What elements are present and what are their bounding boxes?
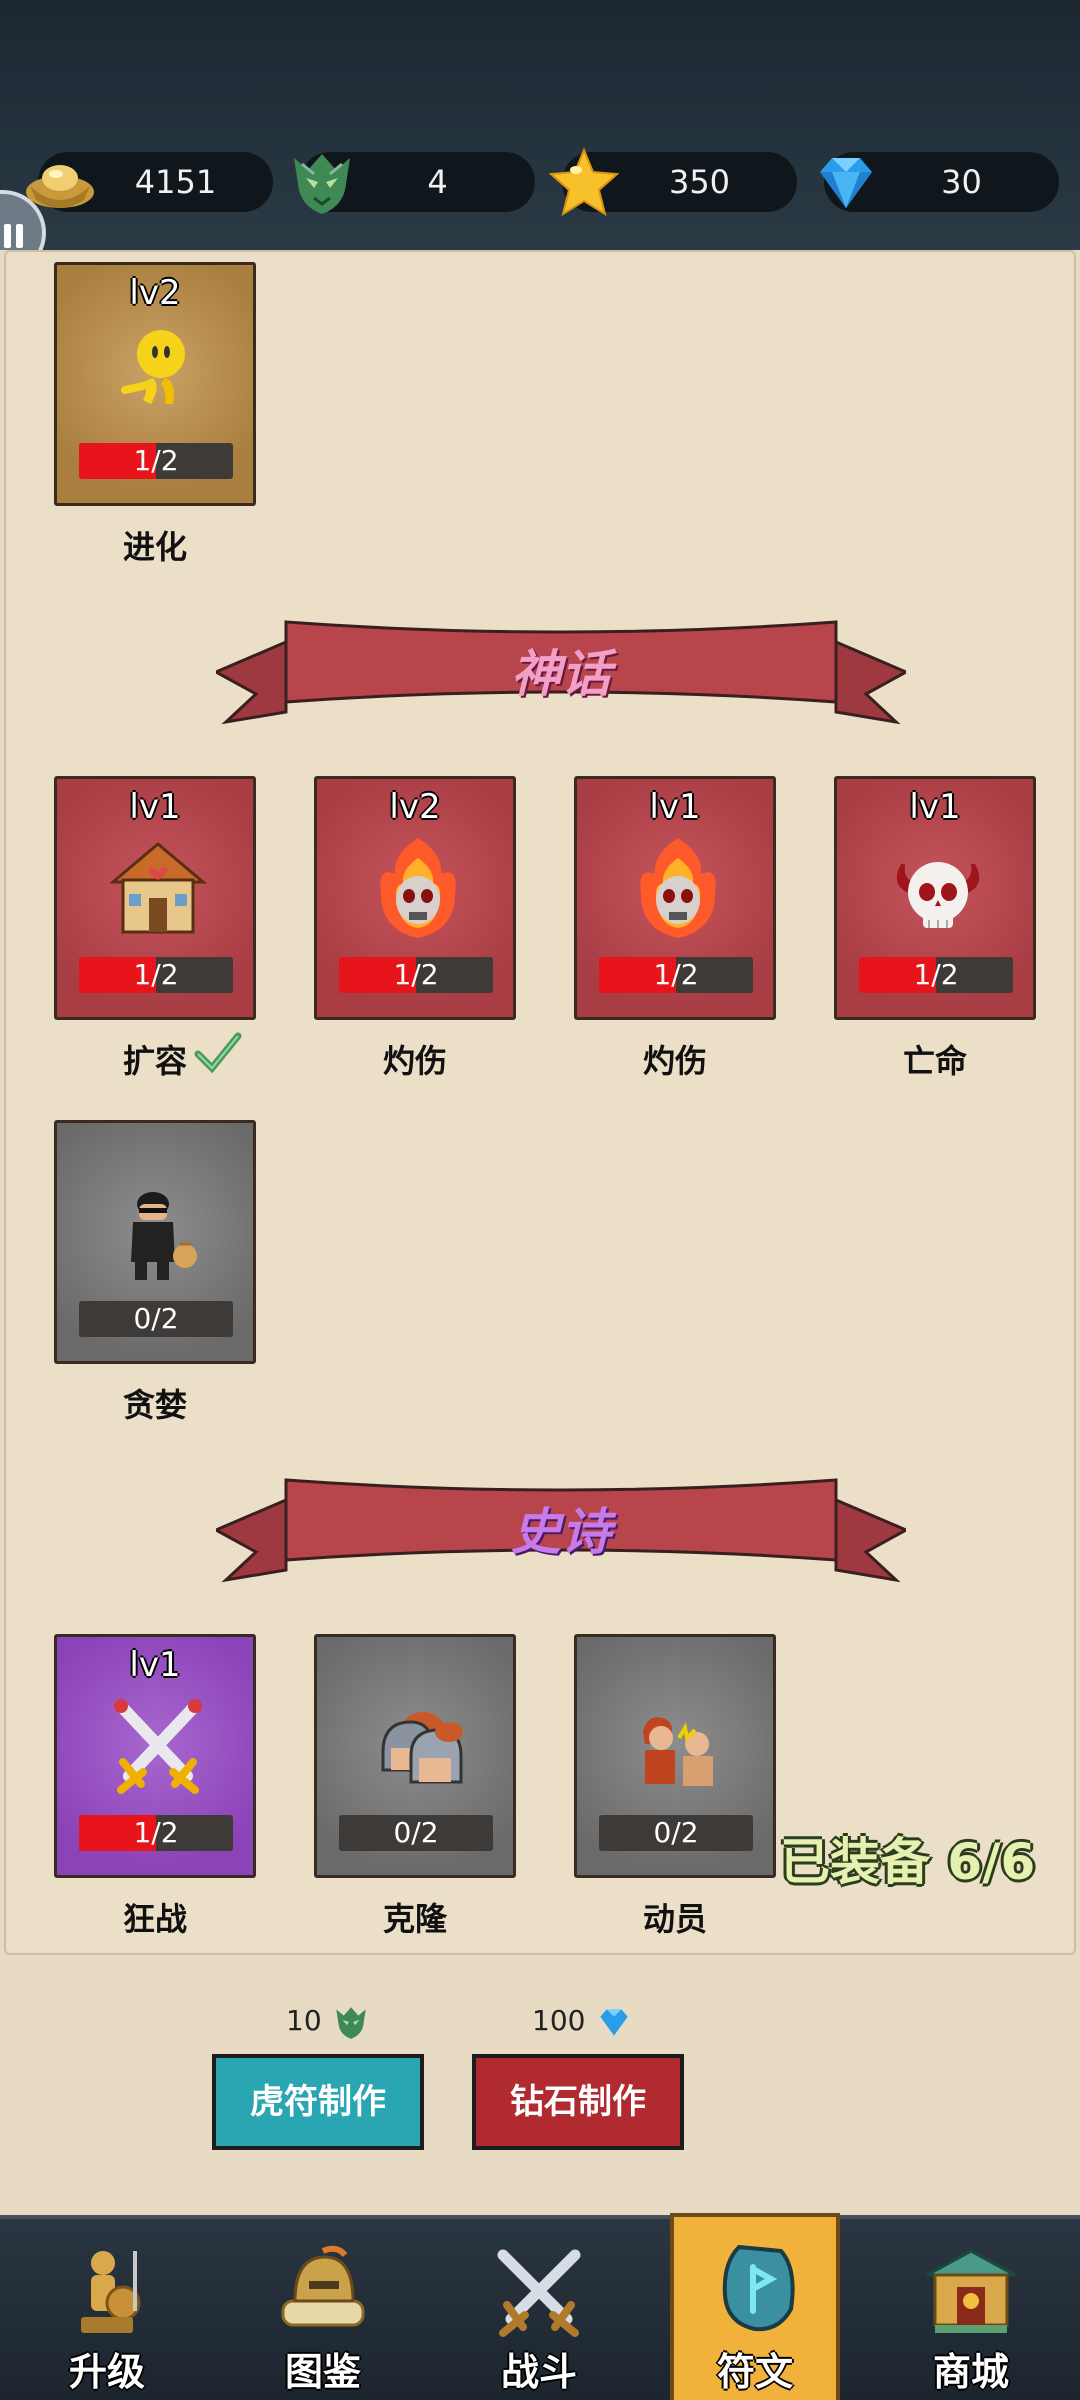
tab-battle[interactable]: 战斗 (454, 2219, 624, 2400)
rune-card-clone[interactable]: 0/2 (314, 1634, 516, 1878)
diamond-craft-button[interactable]: 钻石制作 (472, 2054, 684, 2150)
progress-text: 1/2 (653, 958, 699, 991)
card-level: lv1 (909, 787, 961, 827)
rune-card-berserk[interactable]: lv1 1/2 (54, 1634, 256, 1878)
mythic-banner-title: 神话 (511, 645, 611, 703)
progress-text: 1/2 (133, 958, 179, 991)
diamond-counter: 30 (820, 152, 1059, 212)
flaming-skull-icon (640, 838, 716, 938)
rune-card-greed[interactable]: 0/2 (54, 1120, 256, 1364)
thief-icon (131, 1192, 197, 1280)
horned-skull-icon (896, 862, 980, 928)
rune-stone-icon (722, 2244, 795, 2332)
progress-bar: 1/2 (339, 957, 493, 993)
warrior-statue-icon (81, 2251, 141, 2333)
tiger-token-counter: 4 (294, 152, 535, 214)
progress-text: 0/2 (133, 1302, 179, 1335)
equipped-count: 已装备 6/6 (780, 1833, 1036, 1891)
crossed-swords-icon (497, 2249, 581, 2337)
star-counter: 350 (548, 147, 797, 217)
rune-panel: lv2 1/2 进化 神话 lv1 1/2 扩容 lv2 1/2 灼伤 lv1 … (0, 250, 1080, 2220)
card-name: 克隆 (382, 1900, 447, 1938)
tiger-cost: 10 (286, 2002, 371, 2042)
mythic-banner-title-wrap: 神话 (216, 612, 906, 732)
card-name: 动员 (642, 1900, 707, 1938)
rune-card-expand[interactable]: lv1 1/2 (54, 776, 256, 1020)
yellow-runner-icon (121, 330, 185, 404)
tab-upgrade[interactable]: 升级 (22, 2219, 192, 2400)
diamond-cost-value: 100 (532, 2004, 586, 2037)
rune-list: lv2 1/2 进化 神话 lv1 1/2 扩容 lv2 1/2 灼伤 lv1 … (4, 250, 1076, 1955)
rune-card-desperado[interactable]: lv1 1/2 (834, 776, 1036, 1020)
tab-battle-label: 战斗 (500, 2350, 577, 2394)
progress-bar: 1/2 (859, 957, 1013, 993)
progress-text: 1/2 (393, 958, 439, 991)
card-level: lv1 (129, 1645, 181, 1685)
card-name: 贪婪 (122, 1386, 187, 1424)
gold-value: 4151 (134, 163, 217, 201)
resource-header: 4151 4 350 30 (0, 0, 1080, 250)
tab-codex[interactable]: 图鉴 (238, 2219, 408, 2400)
tab-upgrade-label: 升级 (68, 2350, 145, 2394)
epic-banner-title-wrap: 史诗 (216, 1470, 906, 1590)
progress-text: 1/2 (133, 444, 179, 477)
progress-bar: 0/2 (79, 1301, 233, 1337)
progress-text: 1/2 (133, 1816, 179, 1849)
shop-icon (926, 2249, 1016, 2333)
tiger-token-icon (335, 2007, 366, 2039)
helmets-icon (381, 1712, 463, 1784)
tab-shop-label: 商城 (932, 2350, 1009, 2394)
progress-bar: 1/2 (79, 1815, 233, 1851)
tab-runes[interactable]: 符文 (670, 2213, 840, 2400)
progress-text: 1/2 (913, 958, 959, 991)
progress-bar: 0/2 (339, 1815, 493, 1851)
diamond-value: 30 (941, 163, 982, 201)
rune-card-mobilize[interactable]: 0/2 (574, 1634, 776, 1878)
card-level: lv1 (129, 787, 181, 827)
fighters-icon (643, 1717, 713, 1786)
progress-bar: 1/2 (79, 443, 233, 479)
progress-bar: 1/2 (599, 957, 753, 993)
flaming-skull-icon (380, 838, 456, 938)
checkmark-icon (194, 1032, 242, 1074)
card-name: 灼伤 (642, 1042, 707, 1080)
crossed-swords-icon (114, 1699, 202, 1794)
card-level: lv2 (129, 273, 181, 313)
tab-codex-label: 图鉴 (284, 2350, 361, 2394)
house-icon (108, 842, 208, 934)
tiger-cost-value: 10 (286, 2004, 322, 2037)
card-name: 亡命 (902, 1042, 967, 1080)
progress-text: 0/2 (653, 1816, 699, 1849)
progress-text: 0/2 (393, 1816, 439, 1849)
epic-banner-title: 史诗 (511, 1503, 611, 1561)
diamond-cost: 100 (532, 2002, 634, 2042)
rune-card-burn[interactable]: lv2 1/2 (314, 776, 516, 1020)
progress-bar: 0/2 (599, 1815, 753, 1851)
tiger-token-value: 4 (427, 163, 448, 201)
pause-icon (4, 224, 11, 248)
helmet-scroll-icon (281, 2245, 365, 2327)
progress-bar: 1/2 (79, 957, 233, 993)
card-name: 狂战 (122, 1900, 187, 1938)
tab-runes-label: 符文 (716, 2350, 793, 2394)
gold-counter: 4151 (26, 152, 273, 212)
rune-card-burn-2[interactable]: lv1 1/2 (574, 776, 776, 1020)
star-value: 350 (668, 163, 731, 201)
card-name: 灼伤 (382, 1042, 447, 1080)
tab-shop[interactable]: 商城 (886, 2219, 1056, 2400)
card-level: lv1 (649, 787, 701, 827)
diamond-icon (600, 2009, 629, 2036)
rune-card-evolve[interactable]: lv2 1/2 (54, 262, 256, 506)
bottom-nav: 升级 图鉴 战斗 符文 商城 (0, 2213, 1080, 2400)
card-name: 进化 (122, 528, 187, 566)
tiger-craft-button[interactable]: 虎符制作 (212, 2054, 424, 2150)
card-level: lv2 (389, 787, 441, 827)
pause-icon-bar (16, 224, 23, 248)
